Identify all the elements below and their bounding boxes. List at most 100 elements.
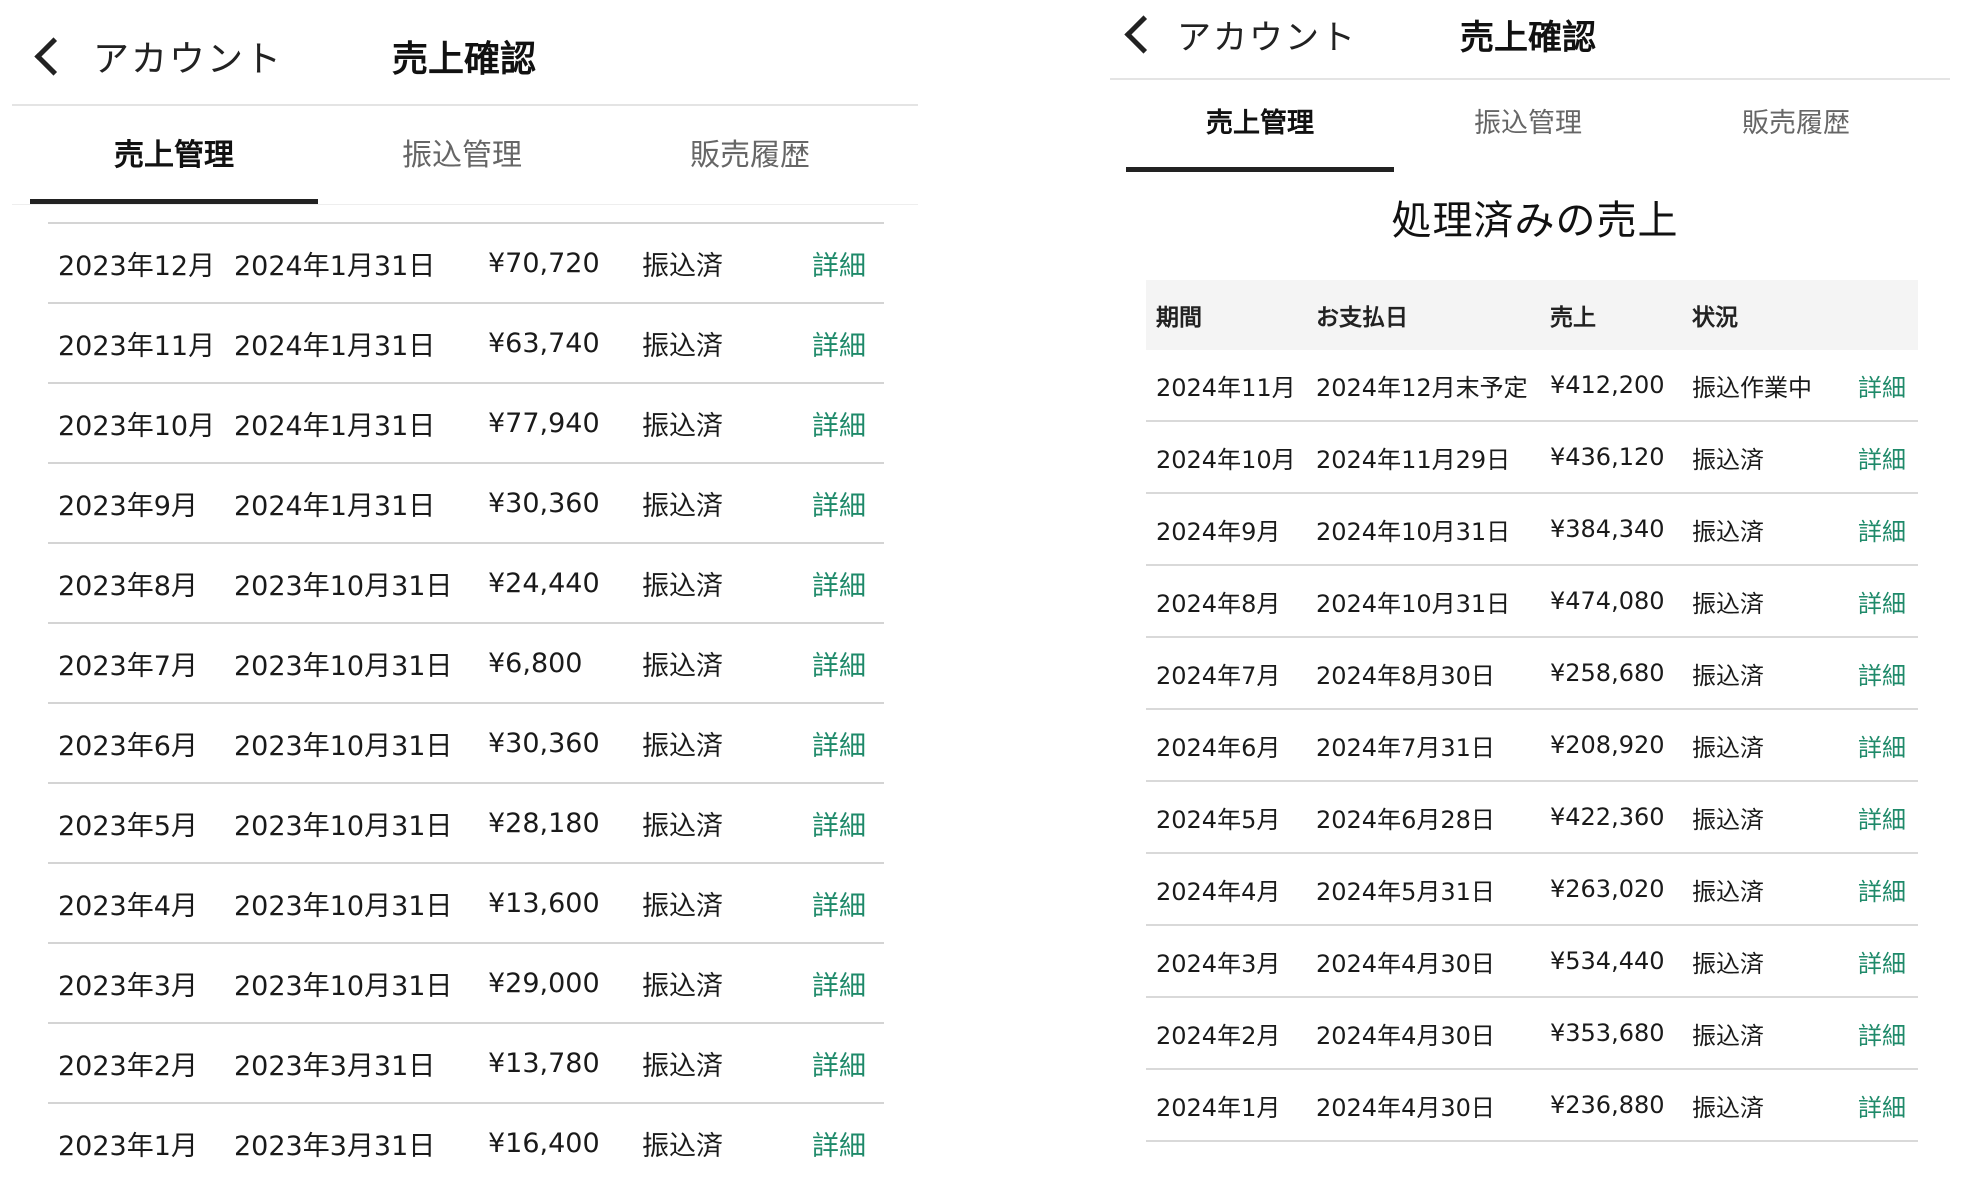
- back-button[interactable]: アカウント: [1124, 10, 1357, 59]
- table-row: 2024年10月 2024年11月29日 ¥436,120 振込済 詳細: [1146, 422, 1918, 494]
- cell-status: 振込済: [642, 970, 723, 1002]
- chevron-left-icon[interactable]: [1124, 14, 1163, 54]
- cell-payment-date: 2024年4月30日: [1316, 1021, 1495, 1050]
- cell-period: 2024年9月: [1156, 517, 1281, 546]
- cell-status: 振込済: [1692, 949, 1764, 978]
- cell-payment-date: 2024年4月30日: [1316, 1093, 1495, 1122]
- details-link[interactable]: 詳細: [812, 1124, 884, 1163]
- cell-status: 振込済: [642, 250, 723, 282]
- details-link[interactable]: 詳細: [812, 884, 884, 923]
- back-label[interactable]: アカウント: [1177, 10, 1357, 59]
- back-label[interactable]: アカウント: [93, 30, 283, 82]
- cell-status: 振込済: [642, 890, 723, 922]
- table-row: 2024年4月 2024年5月31日 ¥263,020 振込済 詳細: [1146, 854, 1918, 926]
- table-row: 2024年6月 2024年7月31日 ¥208,920 振込済 詳細: [1146, 710, 1918, 782]
- cell-amount: ¥208,920: [1550, 731, 1665, 759]
- details-link[interactable]: 詳細: [812, 564, 884, 603]
- header-divider: [12, 104, 918, 106]
- cell-status: 振込済: [642, 410, 723, 442]
- tab-bar: 売上管理 振込管理 販売履歴: [30, 128, 894, 204]
- table-row: 2023年2月 2023年3月31日 ¥13,780 振込済 詳細: [48, 1022, 884, 1102]
- cell-payment-date: 2023年10月31日: [234, 650, 453, 682]
- details-link[interactable]: 詳細: [1858, 656, 1918, 691]
- details-link[interactable]: 詳細: [1858, 872, 1918, 907]
- cell-period: 2023年6月: [58, 730, 198, 762]
- tabs-divider: [12, 204, 918, 205]
- tab-bar: 売上管理 振込管理 販売履歴: [1126, 96, 1930, 172]
- details-link[interactable]: 詳細: [1858, 512, 1918, 547]
- cell-payment-date: 2024年4月30日: [1316, 949, 1495, 978]
- cell-period: 2023年7月: [58, 650, 198, 682]
- table-row: 2023年10月 2024年1月31日 ¥77,940 振込済 詳細: [48, 382, 884, 462]
- cell-status: 振込作業中: [1692, 373, 1812, 402]
- cell-status: 振込済: [1692, 877, 1764, 906]
- tab-sales-history[interactable]: 販売履歴: [606, 128, 894, 204]
- table-row: 2023年7月 2023年10月31日 ¥6,800 振込済 詳細: [48, 622, 884, 702]
- cell-amount: ¥13,600: [488, 887, 600, 919]
- details-link[interactable]: 詳細: [812, 324, 884, 363]
- tab-sales-management[interactable]: 売上管理: [30, 128, 318, 204]
- details-link[interactable]: 詳細: [812, 964, 884, 1003]
- cell-payment-date: 2024年5月31日: [1316, 877, 1495, 906]
- tab-sales-management[interactable]: 売上管理: [1126, 96, 1394, 172]
- details-link[interactable]: 詳細: [1858, 800, 1918, 835]
- details-link[interactable]: 詳細: [1858, 1016, 1918, 1051]
- tab-transfer-management[interactable]: 振込管理: [1394, 96, 1662, 172]
- cell-period: 2023年11月: [58, 330, 216, 362]
- tab-sales-history[interactable]: 販売履歴: [1662, 96, 1930, 172]
- cell-status: 振込済: [642, 570, 723, 602]
- cell-period: 2023年3月: [58, 970, 198, 1002]
- details-link[interactable]: 詳細: [812, 724, 884, 763]
- cell-payment-date: 2024年1月31日: [234, 250, 436, 282]
- back-button[interactable]: アカウント: [32, 30, 283, 82]
- details-link[interactable]: 詳細: [1858, 944, 1918, 979]
- table-row: 2024年2月 2024年4月30日 ¥353,680 振込済 詳細: [1146, 998, 1918, 1070]
- cell-status: 振込済: [1692, 733, 1764, 762]
- cell-period: 2023年5月: [58, 810, 198, 842]
- cell-amount: ¥30,360: [488, 727, 600, 759]
- cell-payment-date: 2023年10月31日: [234, 810, 453, 842]
- table-row: 2024年1月 2024年4月30日 ¥236,880 振込済 詳細: [1146, 1070, 1918, 1142]
- table-row: 2024年11月 2024年12月末予定 ¥412,200 振込作業中 詳細: [1146, 350, 1918, 422]
- section-title: 処理済みの売上: [1391, 198, 1679, 244]
- cell-amount: ¥24,440: [488, 567, 600, 599]
- page-title: 売上確認: [1460, 17, 1596, 58]
- table-row: 2023年8月 2023年10月31日 ¥24,440 振込済 詳細: [48, 542, 884, 622]
- tab-transfer-management[interactable]: 振込管理: [318, 128, 606, 204]
- cell-status: 振込済: [1692, 1093, 1764, 1122]
- cell-period: 2023年12月: [58, 250, 216, 282]
- cell-status: 振込済: [642, 1050, 723, 1082]
- details-link[interactable]: 詳細: [812, 804, 884, 843]
- cell-amount: ¥30,360: [488, 487, 600, 519]
- details-link[interactable]: 詳細: [812, 644, 884, 683]
- column-header-payment-date: お支払日: [1316, 305, 1408, 331]
- cell-period: 2024年10月: [1156, 445, 1296, 474]
- table-row: 2023年12月 2024年1月31日 ¥70,720 振込済 詳細: [48, 222, 884, 302]
- details-link[interactable]: 詳細: [812, 1044, 884, 1083]
- cell-amount: ¥63,740: [488, 327, 600, 359]
- details-link[interactable]: 詳細: [812, 404, 884, 443]
- cell-period: 2024年2月: [1156, 1021, 1281, 1050]
- cell-period: 2023年10月: [58, 410, 216, 442]
- details-link[interactable]: 詳細: [1858, 584, 1918, 619]
- cell-amount: ¥534,440: [1550, 947, 1665, 975]
- cell-payment-date: 2024年10月31日: [1316, 589, 1511, 618]
- details-link[interactable]: 詳細: [1858, 368, 1918, 403]
- details-link[interactable]: 詳細: [1858, 728, 1918, 763]
- cell-status: 振込済: [1692, 805, 1764, 834]
- right-screen: アカウント 売上確認 売上管理 振込管理 販売履歴 処理済みの売上 期間 お支払…: [1110, 0, 1960, 1142]
- details-link[interactable]: 詳細: [812, 484, 884, 523]
- cell-payment-date: 2024年11月29日: [1316, 445, 1511, 474]
- cell-amount: ¥263,020: [1550, 875, 1665, 903]
- cell-period: 2023年8月: [58, 570, 198, 602]
- details-link[interactable]: 詳細: [812, 244, 884, 283]
- cell-status: 振込済: [642, 650, 723, 682]
- table-row: 2023年1月 2023年3月31日 ¥16,400 振込済 詳細: [48, 1102, 884, 1182]
- chevron-left-icon[interactable]: [34, 36, 73, 76]
- left-screen: アカウント 売上確認 売上管理 振込管理 販売履歴 2023年12月 2024年1…: [0, 0, 930, 1162]
- cell-period: 2024年11月: [1156, 373, 1296, 402]
- cell-amount: ¥436,120: [1550, 443, 1665, 471]
- cell-amount: ¥412,200: [1550, 371, 1665, 399]
- details-link[interactable]: 詳細: [1858, 1088, 1918, 1123]
- details-link[interactable]: 詳細: [1858, 440, 1918, 475]
